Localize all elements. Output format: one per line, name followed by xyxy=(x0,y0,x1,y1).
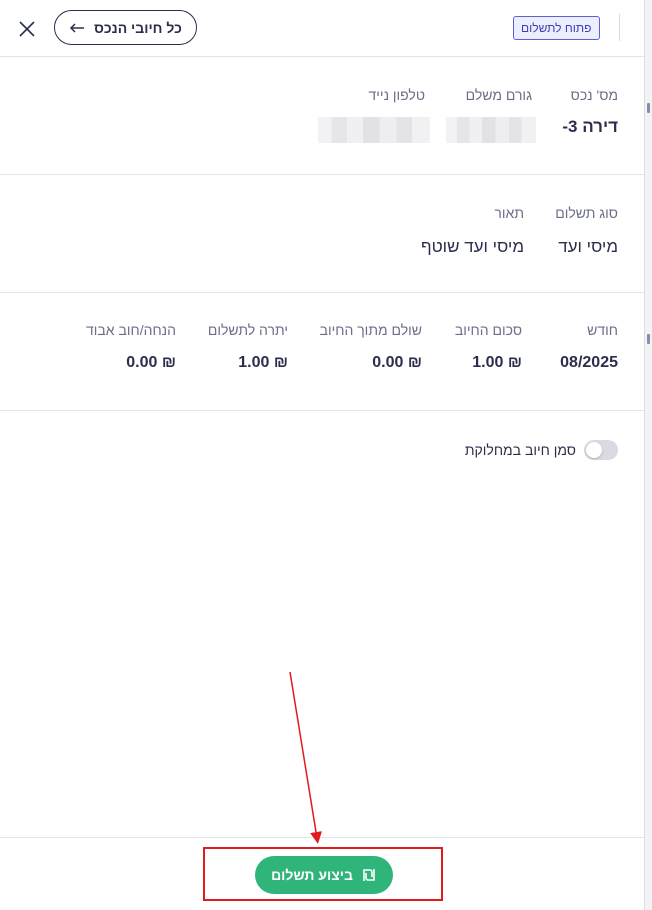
close-button[interactable] xyxy=(14,16,40,42)
payment-type-field: סוג תשלום מיסי ועד xyxy=(555,205,618,257)
mobile-phone-field: טלפון נייד xyxy=(369,87,425,103)
annotation-highlight-box xyxy=(203,847,443,901)
payer-value-blurred xyxy=(446,117,536,143)
edge-marker xyxy=(647,103,650,113)
paid-amount-value: ₪ 0.00 xyxy=(372,354,422,371)
mobile-phone-label: טלפון נייד xyxy=(368,87,425,103)
all-property-charges-button[interactable]: כל חיובי הנכס xyxy=(54,10,197,45)
header-divider xyxy=(619,14,620,41)
payment-type-label: סוג תשלום xyxy=(555,205,618,221)
charge-details-panel: כל חיובי הנכס פתוח לתשלום מס' נכס דירה 3… xyxy=(0,0,644,910)
discount-field: הנחה/חוב אבוד ₪ 0.00 xyxy=(86,322,176,372)
all-property-charges-label: כל חיובי הנכס xyxy=(94,19,182,36)
edge-marker xyxy=(647,334,650,344)
description-value: מיסי ועד שוטף xyxy=(420,237,524,256)
charge-amount-label: סכום החיוב xyxy=(454,322,522,338)
discount-value: ₪ 0.00 xyxy=(126,354,176,371)
paid-amount-label: שולם מתוך החיוב xyxy=(319,322,422,338)
payment-type-section: סוג תשלום מיסי ועד תאור מיסי ועד שוטף xyxy=(0,175,644,293)
status-badge: פתוח לתשלום xyxy=(513,16,600,40)
balance-due-value: ₪ 1.00 xyxy=(238,354,288,371)
property-number-field: מס' נכס דירה 3- xyxy=(562,87,618,137)
property-section: מס' נכס דירה 3- גורם משלם טלפון נייד xyxy=(0,57,644,175)
month-label: חודש xyxy=(587,322,618,338)
payer-field: גורם משלם xyxy=(466,87,532,103)
discount-label: הנחה/חוב אבוד xyxy=(86,322,176,338)
mobile-phone-value-blurred xyxy=(318,117,430,143)
arrow-left-icon xyxy=(70,22,85,33)
dispute-toggle[interactable] xyxy=(584,440,618,460)
window-edge xyxy=(644,0,652,910)
description-field: תאור מיסי ועד שוטף xyxy=(421,205,524,257)
property-number-label: מס' נכס xyxy=(570,87,618,103)
dispute-toggle-row: סמן חיוב במחלוקת xyxy=(465,440,618,460)
description-label: תאור xyxy=(494,205,524,221)
paid-amount-field: שולם מתוך החיוב ₪ 0.00 xyxy=(320,322,422,372)
month-value: 08/2025 xyxy=(560,354,618,371)
balance-due-label: יתרה לתשלום xyxy=(207,322,288,338)
charge-amount-value: ₪ 1.00 xyxy=(472,354,522,371)
month-field: חודש 08/2025 xyxy=(560,322,618,372)
dispute-toggle-label: סמן חיוב במחלוקת xyxy=(464,442,576,458)
panel-header: כל חיובי הנכס פתוח לתשלום xyxy=(0,0,644,57)
charge-amounts-section: חודש 08/2025 סכום החיוב ₪ 1.00 שולם מתוך… xyxy=(0,293,644,411)
property-number-value: דירה 3- xyxy=(562,117,618,136)
payment-type-value: מיסי ועד xyxy=(558,237,618,256)
balance-due-field: יתרה לתשלום ₪ 1.00 xyxy=(208,322,288,372)
toggle-knob xyxy=(586,442,602,458)
charge-amount-field: סכום החיוב ₪ 1.00 xyxy=(455,322,522,372)
close-icon xyxy=(19,21,35,37)
payer-label: גורם משלם xyxy=(465,87,532,103)
